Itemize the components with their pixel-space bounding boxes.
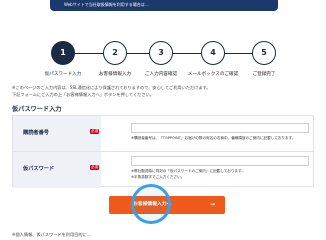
- notice-line-2: 下記フォームにご入力の上「お客様情報入力へ」ボタンを押してください。: [12, 92, 154, 97]
- subscriber-label: 購読者番号: [23, 130, 49, 136]
- subscriber-number-input[interactable]: [131, 123, 309, 133]
- required-badge: 必須: [90, 165, 100, 170]
- step-3-number: 3: [149, 41, 173, 65]
- step-3-label: ご入力内容確認: [144, 72, 178, 77]
- step-5: 5 ご登録完了: [234, 41, 294, 77]
- step-3: 3 ご入力内容確認: [131, 41, 191, 77]
- subscriber-label-cell: 購読者番号 必須: [13, 116, 101, 151]
- subscriber-help: ※購読者番号は、『TOPPOINT』お届けの際の宛名の右肩中、番線隣接のご案内に…: [131, 136, 296, 140]
- temp-password-input[interactable]: [131, 156, 309, 166]
- password-help-2: ※半角英数字でご入力ください。: [131, 175, 185, 179]
- step-2-number: 2: [103, 41, 127, 65]
- click-highlight-ring: [131, 184, 171, 224]
- step-1: 1 仮パスワード入力: [33, 41, 93, 77]
- subscriber-row: 購読者番号 必須 ※購読者番号は、『TOPPOINT』お届けの際の宛名の右肩中、…: [13, 116, 313, 152]
- step-5-label: ご登録完了: [252, 72, 276, 77]
- password-help-1: ※弊社郵送時に同封の「仮パスワードのご案内」に記載しております。: [131, 169, 245, 173]
- top-banner: Webサイトで当社取扱情報を利用する場合は…: [50, 0, 278, 11]
- step-1-label: 仮パスワード入力: [44, 72, 82, 77]
- notice-line-1: ※このページのご入力内容は、SSL通信化により保護されておりますので、安心してご…: [12, 85, 211, 90]
- password-form: 購読者番号 必須 ※購読者番号は、『TOPPOINT』お届けの際の宛名の右肩中、…: [12, 115, 314, 188]
- step-5-number: 5: [252, 41, 276, 65]
- password-label-cell: 仮パスワード 必須: [13, 152, 101, 188]
- footer-note: ※個人情報、仮パスワードを利用目的に…: [12, 232, 91, 237]
- password-label: 仮パスワード: [23, 166, 55, 172]
- section-title: 仮パスワード入力: [12, 106, 62, 113]
- progress-steps: 1 仮パスワード入力 2 お客様情報入力 3 ご入力内容確認 4 メールボックス…: [0, 36, 326, 86]
- step-1-number: 1: [51, 41, 75, 65]
- arrow-right-icon: →: [209, 201, 215, 208]
- password-row: 仮パスワード 必須 ※弊社郵送時に同封の「仮パスワードのご案内」に記載しておりま…: [13, 152, 313, 188]
- step-4-number: 4: [201, 41, 225, 65]
- required-badge: 必須: [90, 129, 100, 134]
- ssl-notice: ※このページのご入力内容は、SSL通信化により保護されておりますので、安心してご…: [12, 84, 312, 98]
